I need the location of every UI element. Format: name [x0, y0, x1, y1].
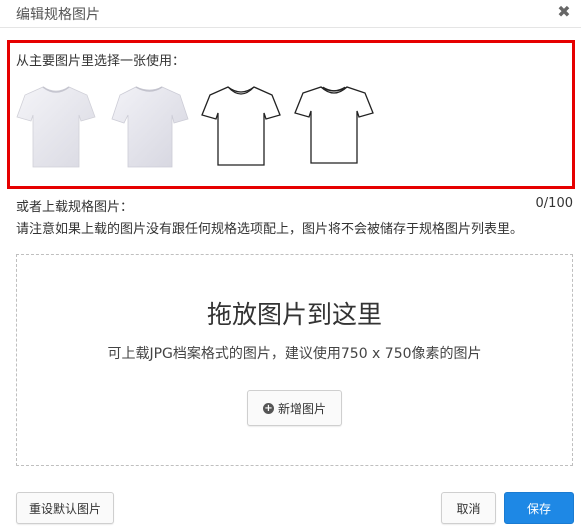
- edit-variant-image-dialog: 编辑规格图片 ✖ 从主要图片里选择一张使用： 或者上载规格图片： 0/100 请…: [0, 0, 581, 531]
- upload-label: 或者上载规格图片：: [16, 200, 134, 215]
- close-icon[interactable]: ✖: [555, 3, 573, 21]
- add-image-button-label: 新增图片: [277, 401, 326, 416]
- reset-button-label: 重设默认图片: [28, 501, 101, 516]
- thumbnail-white-tshirt-angle[interactable]: [110, 81, 192, 169]
- reset-default-image-button[interactable]: 重设默认图片: [16, 492, 114, 524]
- add-image-button[interactable]: + 新增图片: [247, 390, 342, 426]
- tshirt-outline-icon: [294, 86, 374, 164]
- thumbnail-tshirt-outline-alt[interactable]: [293, 81, 375, 169]
- main-images-label: 从主要图片里选择一张使用：: [16, 54, 186, 69]
- thumbnail-white-tshirt-front[interactable]: [15, 81, 97, 169]
- dialog-header: 编辑规格图片 ✖: [0, 0, 581, 28]
- cancel-button-label: 取消: [456, 501, 481, 516]
- dialog-title: 编辑规格图片: [16, 7, 100, 23]
- dropzone-hint: 可上载JPG档案格式的图片，建议使用750 x 750像素的图片: [107, 346, 482, 362]
- thumbnail-tshirt-outline[interactable]: [200, 81, 282, 169]
- upload-notice: 请注意如果上载的图片没有跟任何规格选项配上，图片将不会被储存于规格图片列表里。: [16, 222, 524, 237]
- cancel-button[interactable]: 取消: [441, 492, 496, 524]
- image-dropzone[interactable]: 拖放图片到这里 可上载JPG档案格式的图片，建议使用750 x 750像素的图片…: [16, 254, 573, 466]
- save-button-label: 保存: [526, 501, 551, 516]
- tshirt-photo-icon: [16, 86, 96, 168]
- plus-circle-icon: +: [262, 402, 274, 414]
- main-images-section: 从主要图片里选择一张使用：: [7, 40, 575, 189]
- image-counter: 0/100: [535, 196, 573, 211]
- tshirt-outline-icon: [201, 86, 281, 166]
- dropzone-title: 拖放图片到这里: [206, 300, 382, 329]
- save-button[interactable]: 保存: [504, 492, 574, 524]
- tshirt-photo-icon: [111, 86, 189, 168]
